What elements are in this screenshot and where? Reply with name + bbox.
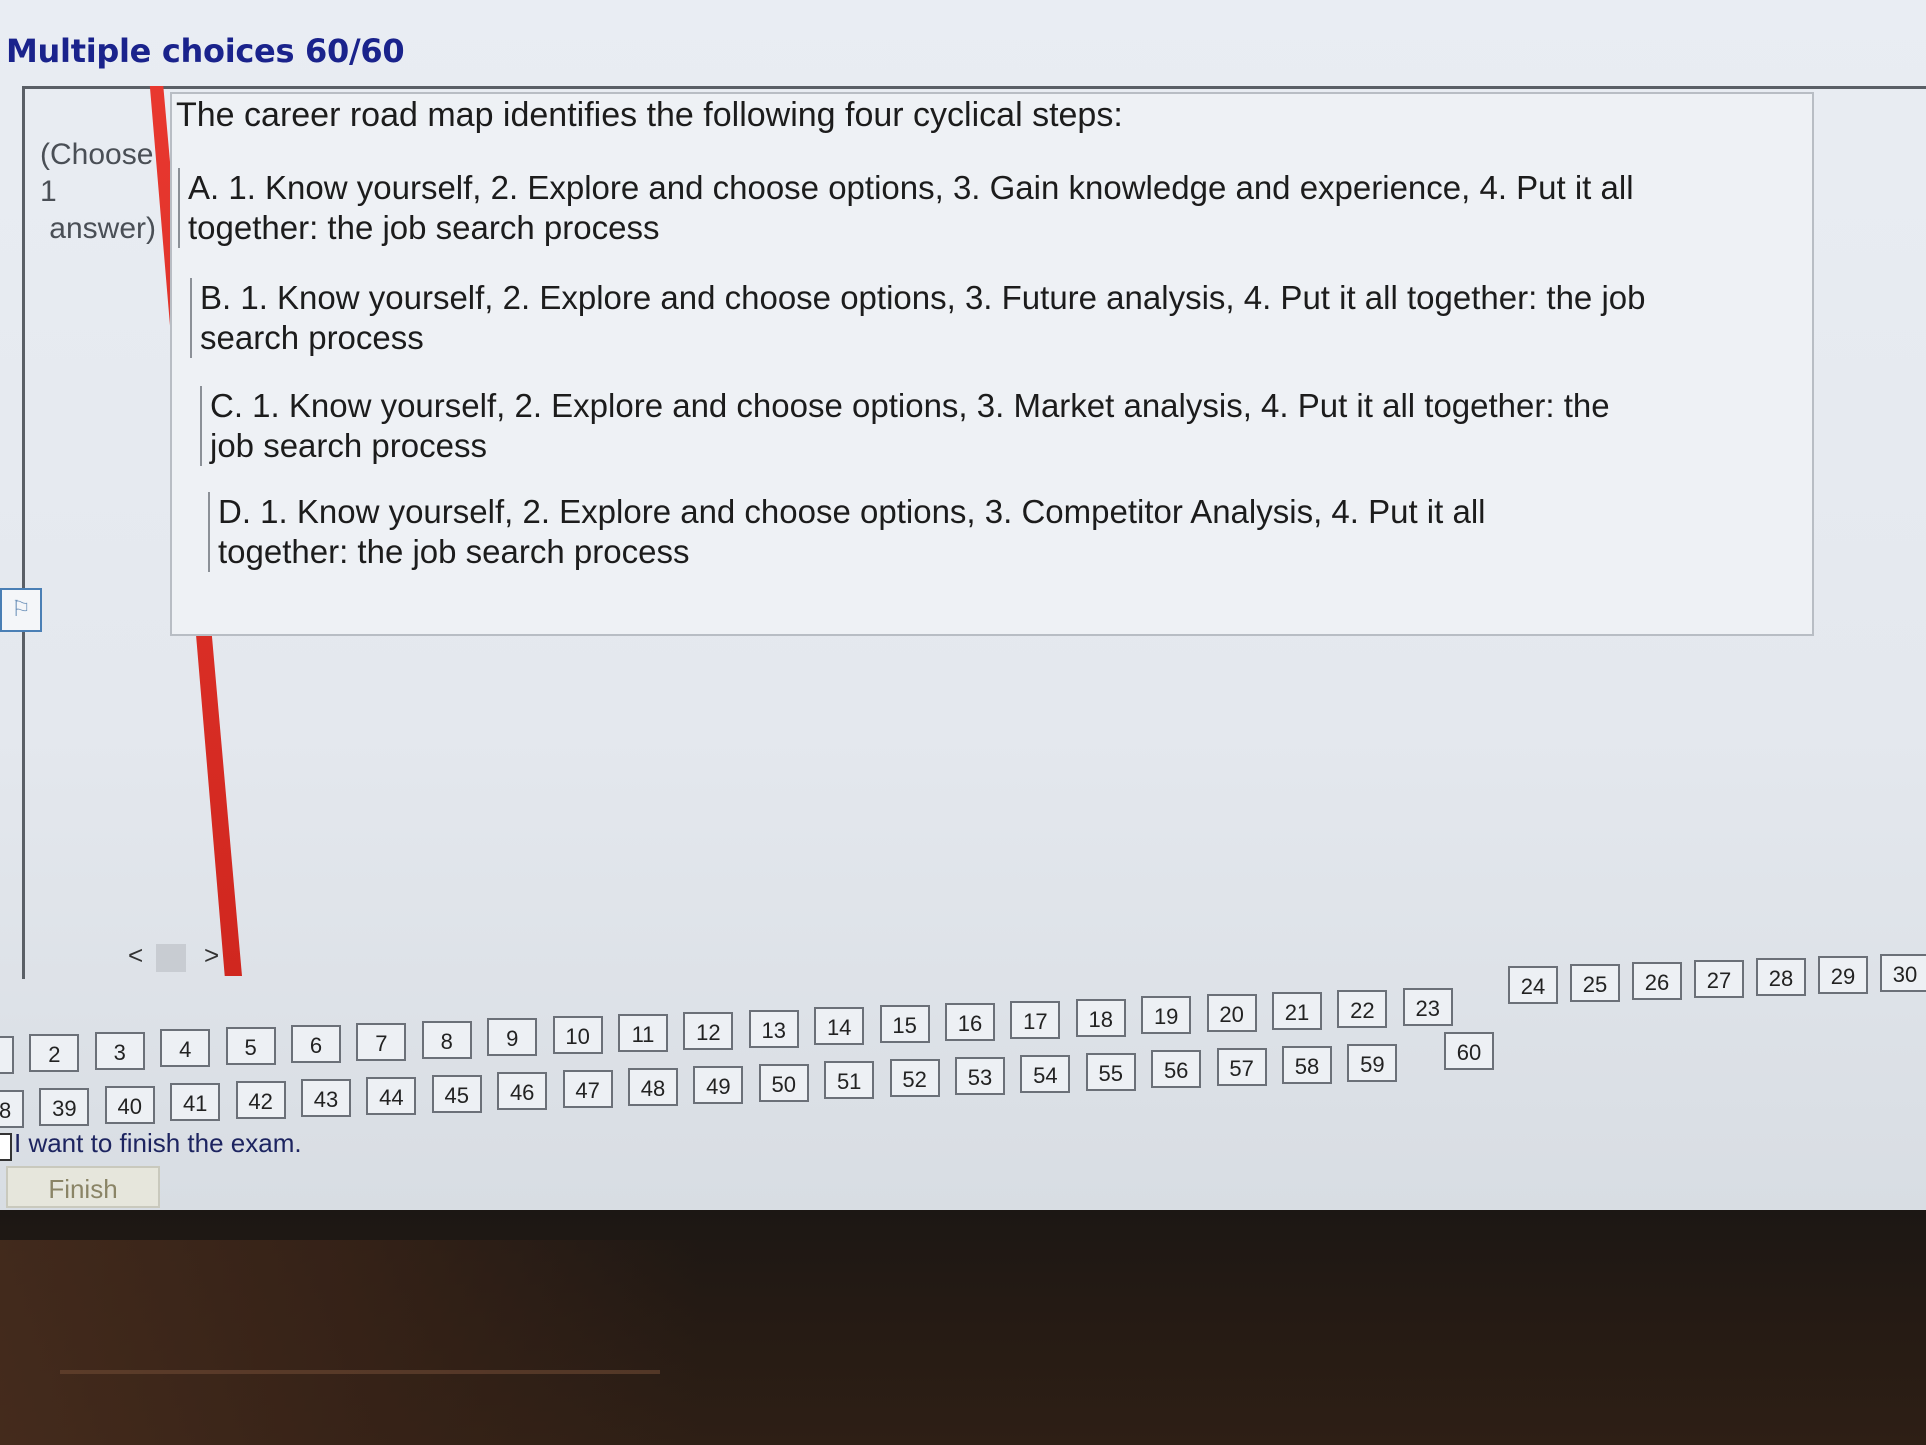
- question-button[interactable]: 41: [170, 1083, 221, 1122]
- question-button[interactable]: 8: [421, 1020, 472, 1059]
- question-button[interactable]: 18: [1075, 998, 1126, 1037]
- question-button[interactable]: 55: [1085, 1052, 1136, 1091]
- question-button[interactable]: 38: [0, 1090, 24, 1128]
- question-button[interactable]: 56: [1151, 1050, 1202, 1089]
- question-button[interactable]: 26: [1632, 962, 1682, 1000]
- question-button[interactable]: 42: [235, 1081, 286, 1120]
- question-button[interactable]: 9: [487, 1018, 538, 1057]
- desk-edge: [60, 1370, 660, 1374]
- question-button[interactable]: 15: [879, 1005, 930, 1044]
- question-button[interactable]: 3: [94, 1031, 145, 1070]
- finish-checkbox-label: I want to finish the exam.: [14, 1128, 302, 1158]
- question-button[interactable]: 4: [160, 1029, 211, 1068]
- question-button[interactable]: 44: [366, 1076, 417, 1115]
- question-button[interactable]: 14: [814, 1007, 865, 1046]
- question-button[interactable]: 7: [356, 1022, 407, 1061]
- scroll-left-button[interactable]: <: [128, 940, 143, 971]
- question-button[interactable]: 12: [683, 1011, 734, 1050]
- option-c[interactable]: C. 1. Know yourself, 2. Explore and choo…: [200, 386, 1660, 466]
- question-button[interactable]: 51: [824, 1061, 875, 1100]
- question-button[interactable]: 1: [0, 1036, 14, 1074]
- question-button[interactable]: 20: [1206, 994, 1257, 1033]
- choose-line-2: 1: [40, 175, 57, 208]
- question-button[interactable]: 58: [1282, 1046, 1332, 1084]
- question-button[interactable]: 47: [562, 1070, 613, 1109]
- question-button[interactable]: 6: [291, 1025, 341, 1063]
- question-button[interactable]: 16: [945, 1003, 995, 1041]
- question-button[interactable]: 17: [1010, 1000, 1061, 1039]
- horizontal-scrollbar[interactable]: < >: [116, 940, 226, 976]
- option-a[interactable]: A. 1. Know yourself, 2. Explore and choo…: [178, 168, 1678, 248]
- question-button[interactable]: 29: [1818, 956, 1868, 994]
- question-button[interactable]: 45: [431, 1074, 482, 1113]
- question-button[interactable]: 23: [1402, 987, 1453, 1026]
- question-button[interactable]: 50: [758, 1063, 809, 1102]
- choose-line-3: answer): [49, 212, 156, 245]
- question-button[interactable]: 13: [748, 1009, 799, 1048]
- option-b[interactable]: B. 1. Know yourself, 2. Explore and choo…: [190, 278, 1660, 358]
- flag-icon[interactable]: ⚐: [0, 588, 42, 632]
- question-button[interactable]: 30: [1880, 954, 1926, 992]
- question-button[interactable]: 22: [1337, 989, 1388, 1028]
- question-button[interactable]: 21: [1272, 992, 1322, 1030]
- exam-window: Multiple choices 60/60 (Choose 1 answer)…: [0, 0, 1926, 1210]
- question-button[interactable]: 24: [1508, 966, 1558, 1004]
- question-prompt: The career road map identifies the follo…: [176, 96, 1123, 134]
- question-button[interactable]: 25: [1570, 964, 1620, 1002]
- question-button[interactable]: 39: [39, 1087, 90, 1126]
- choose-line-1: (Choose: [40, 138, 154, 171]
- question-button[interactable]: 19: [1141, 996, 1192, 1035]
- question-button[interactable]: 60: [1444, 1032, 1494, 1070]
- question-button[interactable]: 46: [497, 1072, 548, 1111]
- question-button[interactable]: 53: [955, 1057, 1005, 1095]
- finish-checkbox[interactable]: [0, 1133, 12, 1161]
- question-button[interactable]: 2: [29, 1033, 80, 1072]
- question-button[interactable]: 5: [225, 1027, 276, 1066]
- question-button[interactable]: 59: [1347, 1043, 1398, 1082]
- question-button[interactable]: 43: [301, 1079, 351, 1117]
- question-button[interactable]: 10: [552, 1016, 603, 1055]
- desk-reflection: [0, 1240, 700, 1445]
- question-button[interactable]: 49: [693, 1065, 744, 1104]
- question-button[interactable]: 57: [1216, 1048, 1267, 1087]
- scroll-thumb[interactable]: [156, 944, 186, 972]
- question-button[interactable]: 52: [889, 1059, 940, 1098]
- question-button[interactable]: 28: [1756, 958, 1806, 996]
- question-button[interactable]: 11: [618, 1014, 668, 1052]
- question-button[interactable]: 54: [1020, 1054, 1071, 1093]
- scroll-right-button[interactable]: >: [204, 940, 219, 971]
- choose-instruction: (Choose 1 answer): [40, 136, 156, 247]
- question-button[interactable]: 27: [1694, 960, 1744, 998]
- question-button[interactable]: 40: [104, 1085, 155, 1124]
- option-d[interactable]: D. 1. Know yourself, 2. Explore and choo…: [208, 492, 1618, 572]
- question-button[interactable]: 48: [628, 1068, 678, 1106]
- finish-button[interactable]: Finish: [6, 1166, 160, 1208]
- page-title: Multiple choices 60/60: [6, 32, 405, 70]
